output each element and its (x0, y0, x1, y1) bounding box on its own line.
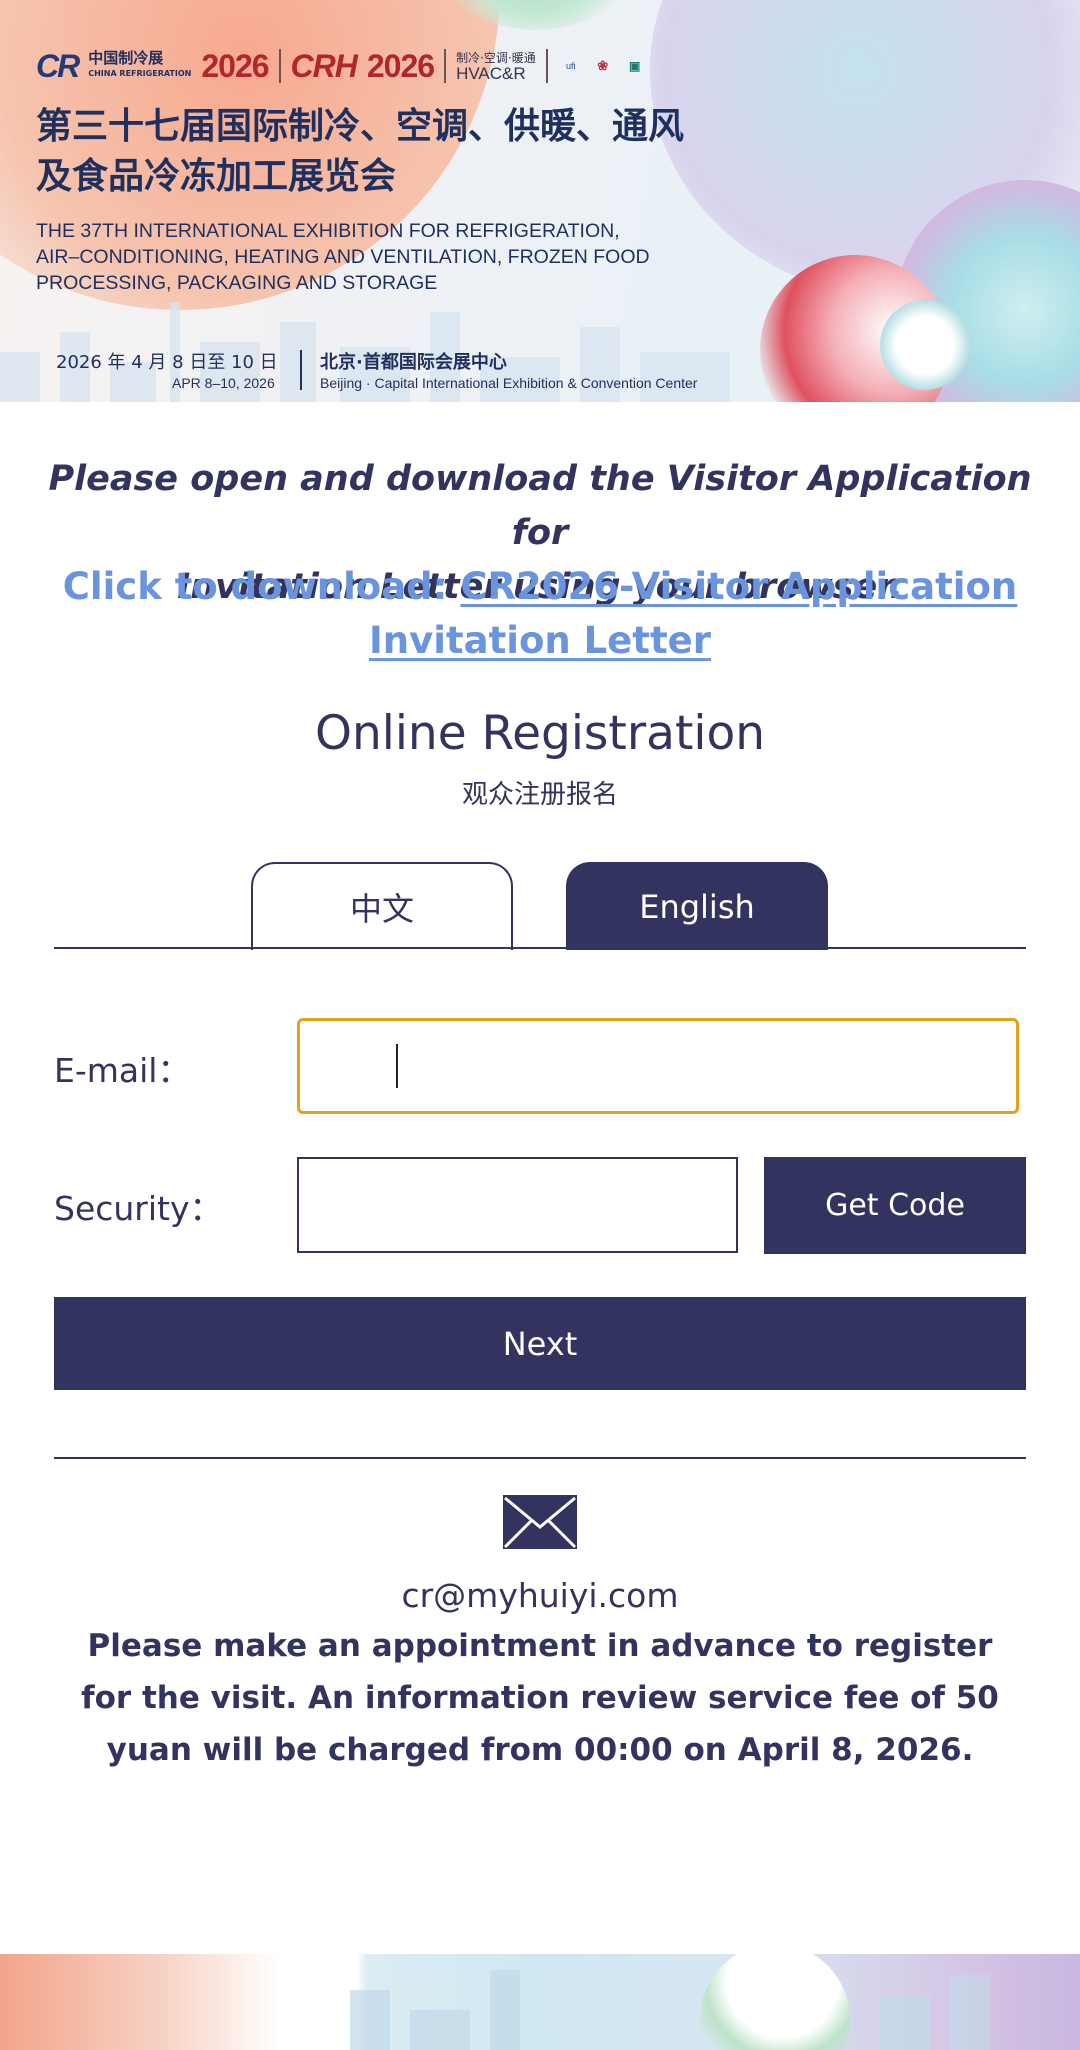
partner-logo-icon: ▣ (629, 59, 641, 73)
crh-logo-year: 2026 (366, 47, 435, 84)
hvac-logo: 制冷·空调·暖通 HVAC&R (456, 51, 536, 83)
registration-fee-notice: Please make an appointment in advance to… (81, 1628, 999, 1768)
section-divider (54, 1457, 1026, 1459)
partner-logo-icon: ❀ (597, 58, 609, 73)
crh-logo: CRH (290, 47, 358, 84)
text-cursor (396, 1044, 398, 1088)
security-label: Security： (54, 1189, 223, 1228)
download-notice: Click to download: CR2026-Visitor Applic… (20, 560, 1060, 668)
notice-line: Please open and download the Visitor App… (48, 459, 1032, 553)
cr-logo-cn: 中国制冷展 (88, 49, 164, 67)
event-venue-cn: 北京·首都国际会展中心 (320, 352, 507, 373)
logo-divider (444, 49, 447, 83)
page-title: Online Registration (315, 706, 765, 761)
security-code-field[interactable] (297, 1157, 738, 1253)
event-venue-en: Beijing · Capital International Exhibiti… (320, 375, 698, 391)
event-date-cn: 2026 年 4 月 8 日至 10 日 (56, 352, 278, 373)
email-field[interactable] (297, 1018, 1019, 1114)
logo-divider (278, 49, 281, 83)
hvac-logo-en: HVAC&R (456, 64, 526, 83)
tab-divider (54, 947, 1026, 949)
footer-banner (0, 1954, 1080, 2050)
banner-divider (300, 350, 302, 390)
banner-title-cn-line: 第三十七届国际制冷、空调、供暖、通风 (36, 106, 685, 147)
download-prefix: Click to download: (62, 565, 461, 608)
cr-logo: CR (36, 47, 80, 84)
cr-logo-name: 中国制冷展 CHINA REFRIGERATION (88, 51, 191, 81)
hvac-logo-cn: 制冷·空调·暖通 (456, 51, 536, 65)
contact-email: cr@myhuiyi.com (401, 1576, 679, 1615)
envelope-icon (503, 1495, 577, 1549)
page-subtitle: 观众注册报名 (461, 780, 618, 810)
partner-badges: ufi ❀ ▣ (558, 53, 648, 79)
email-label: E-mail： (54, 1051, 191, 1090)
event-date-en: APR 8–10, 2026 (172, 375, 275, 391)
logo-divider (545, 49, 548, 83)
tab-chinese[interactable]: 中文 (251, 862, 513, 950)
cr-logo-year: 2026 (201, 47, 269, 84)
banner-title-en: THE 37TH INTERNATIONAL EXHIBITION FOR RE… (36, 218, 650, 296)
next-button[interactable]: Next (54, 1297, 1026, 1390)
banner-title-en-line: AIR–CONDITIONING, HEATING AND VENTILATIO… (36, 246, 650, 268)
logo-row: CR 中国制冷展 CHINA REFRIGERATION 2026 CRH 20… (36, 48, 648, 84)
banner-decor-swirl (880, 300, 970, 390)
banner-title-en-line: THE 37TH INTERNATIONAL EXHIBITION FOR RE… (36, 220, 620, 242)
banner-title-cn-line: 及食品冷冻加工展览会 (36, 156, 397, 197)
banner-title-cn: 第三十七届国际制冷、空调、供暖、通风 及食品冷冻加工展览会 (36, 102, 684, 202)
get-code-button[interactable]: Get Code (764, 1157, 1026, 1254)
footer-decor-swirl (700, 1954, 850, 2050)
ufi-badge: ufi (565, 61, 576, 71)
cr-logo-sub: CHINA REFRIGERATION (88, 69, 192, 78)
download-invitation-link[interactable]: CR2026-Visitor Application Invitation Le… (369, 565, 1017, 662)
header-banner: CR 中国制冷展 CHINA REFRIGERATION 2026 CRH 20… (0, 0, 1080, 402)
tab-english[interactable]: English (566, 862, 828, 950)
banner-title-en-line: PROCESSING, PACKAGING AND STORAGE (36, 272, 438, 294)
